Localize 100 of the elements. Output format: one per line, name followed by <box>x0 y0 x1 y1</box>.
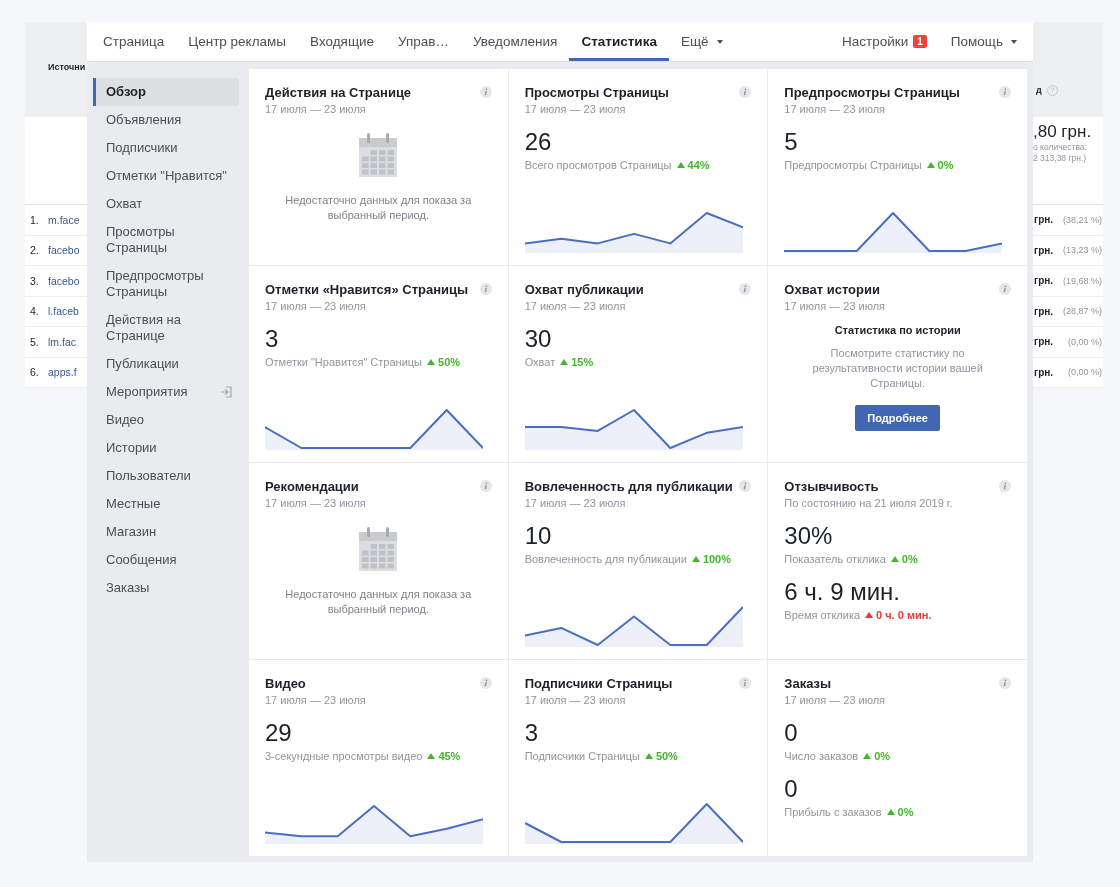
amount-text: грн. <box>1034 275 1054 287</box>
info-icon[interactable] <box>999 677 1011 689</box>
metric-value: 30 <box>524 325 553 353</box>
settings-tab[interactable]: Настройки 1 <box>830 22 939 61</box>
sidebar-item[interactable]: Сообщения <box>93 546 239 574</box>
sidebar-label: Просмотры Страницы <box>106 224 176 256</box>
metric-value: 0 <box>784 775 799 803</box>
sidebar-label: Мероприятия <box>106 384 188 400</box>
source-link[interactable]: facebo <box>48 244 80 257</box>
change-percent: 0% <box>937 159 954 171</box>
sidebar-item[interactable]: Объявления <box>93 106 239 134</box>
sidebar-label: Отметки "Нравится" <box>106 168 227 184</box>
sidebar-item[interactable]: Заказы <box>93 574 239 602</box>
info-icon[interactable] <box>479 86 492 98</box>
card-title: Рекомендации <box>265 479 359 495</box>
row-number: 4. <box>29 305 40 318</box>
info-icon[interactable] <box>479 283 492 295</box>
card-title: Подписчики Страницы <box>524 676 673 692</box>
sidebar-label: Подписчики <box>106 140 178 156</box>
help-tab[interactable]: Помощь <box>938 22 1029 61</box>
sidebar-item[interactable]: Отметки "Нравится" <box>93 162 239 190</box>
source-link[interactable]: m.face <box>48 213 80 226</box>
sidebar-item[interactable]: Пользователи <box>93 462 239 490</box>
date-range: По состоянию на 21 июля 2019 г. <box>784 497 954 509</box>
sidebar-label: Местные <box>106 496 161 512</box>
sidebar-label: Магазин <box>106 524 157 540</box>
metric-value: 3 <box>524 719 539 747</box>
date-range: 17 июля — 23 июля <box>524 103 627 115</box>
info-icon[interactable] <box>739 86 752 98</box>
change-percent: 44% <box>687 159 710 171</box>
card-title: Заказы <box>784 676 832 692</box>
sidebar-item[interactable]: Местные <box>93 490 239 518</box>
metric-value: 3 <box>265 325 280 353</box>
date-range: 17 июля — 23 июля <box>524 497 627 509</box>
metric-label: Время отклика <box>784 609 861 621</box>
sidebar-item[interactable]: Просмотры Страницы <box>93 218 239 262</box>
info-icon[interactable] <box>739 480 752 492</box>
sidebar-item[interactable]: Публикации <box>93 350 239 378</box>
amount-text: грн. <box>1034 366 1054 378</box>
nav-tab[interactable]: Статистика <box>569 22 669 61</box>
metric-label: Подписчики Страницы <box>524 750 640 762</box>
sidebar-label: Пользователи <box>106 468 191 484</box>
nav-tab[interactable]: Уведомления <box>461 22 570 61</box>
change-percent: 100% <box>702 553 731 565</box>
info-icon[interactable] <box>999 480 1011 492</box>
sidebar-label: Истории <box>106 440 157 456</box>
metric-value: 0 <box>784 719 799 747</box>
share-text: (38,21 %) <box>1062 214 1103 225</box>
column-header: д <box>1036 85 1042 95</box>
nav-tab[interactable]: Центр рекламы <box>176 22 299 61</box>
sidebar-item[interactable]: Мероприятия <box>93 378 239 406</box>
sidebar-label: Заказы <box>106 580 150 596</box>
amount-text: грн. <box>1034 214 1054 226</box>
amount-text: грн. <box>1034 336 1054 348</box>
sidebar-item[interactable]: Видео <box>93 406 239 434</box>
sidebar-item[interactable]: Предпросмотры Страницы <box>93 262 239 306</box>
nav-tab[interactable]: Ещё <box>668 22 735 61</box>
change-percent: 45% <box>438 750 461 762</box>
column-header: Источни <box>48 62 86 74</box>
nav-tab[interactable]: Страница <box>91 22 177 61</box>
sidebar-item[interactable]: Истории <box>93 434 239 462</box>
card-title: Охват публикации <box>524 282 644 298</box>
sidebar-item[interactable]: Охват <box>93 190 239 218</box>
sidebar-label: Видео <box>106 412 144 428</box>
date-range: 17 июля — 23 июля <box>524 300 627 312</box>
sidebar-label: Объявления <box>106 112 182 128</box>
empty-state-message: Недостаточно данных для показа за выбранный период. <box>284 587 473 617</box>
sidebar-label: Публикации <box>106 356 179 372</box>
notification-badge: 1 <box>913 35 927 48</box>
source-link[interactable]: facebo <box>48 274 80 287</box>
info-icon[interactable] <box>999 86 1011 98</box>
sidebar-item[interactable]: Действия на Странице <box>93 306 239 350</box>
source-link[interactable]: apps.f <box>48 366 77 379</box>
row-number: 3. <box>29 274 40 287</box>
info-icon[interactable] <box>739 283 752 295</box>
info-icon[interactable] <box>999 283 1011 295</box>
help-icon[interactable] <box>1046 85 1058 96</box>
sidebar-item[interactable]: Подписчики <box>93 134 239 162</box>
date-range: 17 июля — 23 июля <box>524 694 627 706</box>
metric-label: Вовлеченность для публикации <box>524 553 687 565</box>
metric-label: 3-секундные просмотры видео <box>265 750 423 762</box>
info-icon[interactable] <box>479 677 492 689</box>
date-range: 17 июля — 23 июля <box>265 103 367 115</box>
sidebar-item[interactable]: Обзор <box>93 78 239 106</box>
info-icon[interactable] <box>479 480 492 492</box>
change-percent: 50% <box>655 750 678 762</box>
metric-value: 30% <box>784 522 834 550</box>
learn-more-button[interactable]: Подробнее <box>855 405 940 431</box>
sidebar-item[interactable]: Магазин <box>93 518 239 546</box>
nav-tab[interactable]: Входящие <box>298 22 387 61</box>
row-number: 5. <box>29 335 40 348</box>
card-title: Охват истории <box>784 282 880 298</box>
change-percent: 0% <box>901 553 918 565</box>
info-icon[interactable] <box>739 677 752 689</box>
source-link[interactable]: lm.fac <box>48 335 76 348</box>
nav-tab[interactable]: Управ… <box>386 22 461 61</box>
source-link[interactable]: l.faceb <box>48 305 79 318</box>
amount-text: грн. <box>1034 305 1054 317</box>
card-title: Отзывчивость <box>784 479 879 495</box>
calendar-icon <box>359 133 398 177</box>
